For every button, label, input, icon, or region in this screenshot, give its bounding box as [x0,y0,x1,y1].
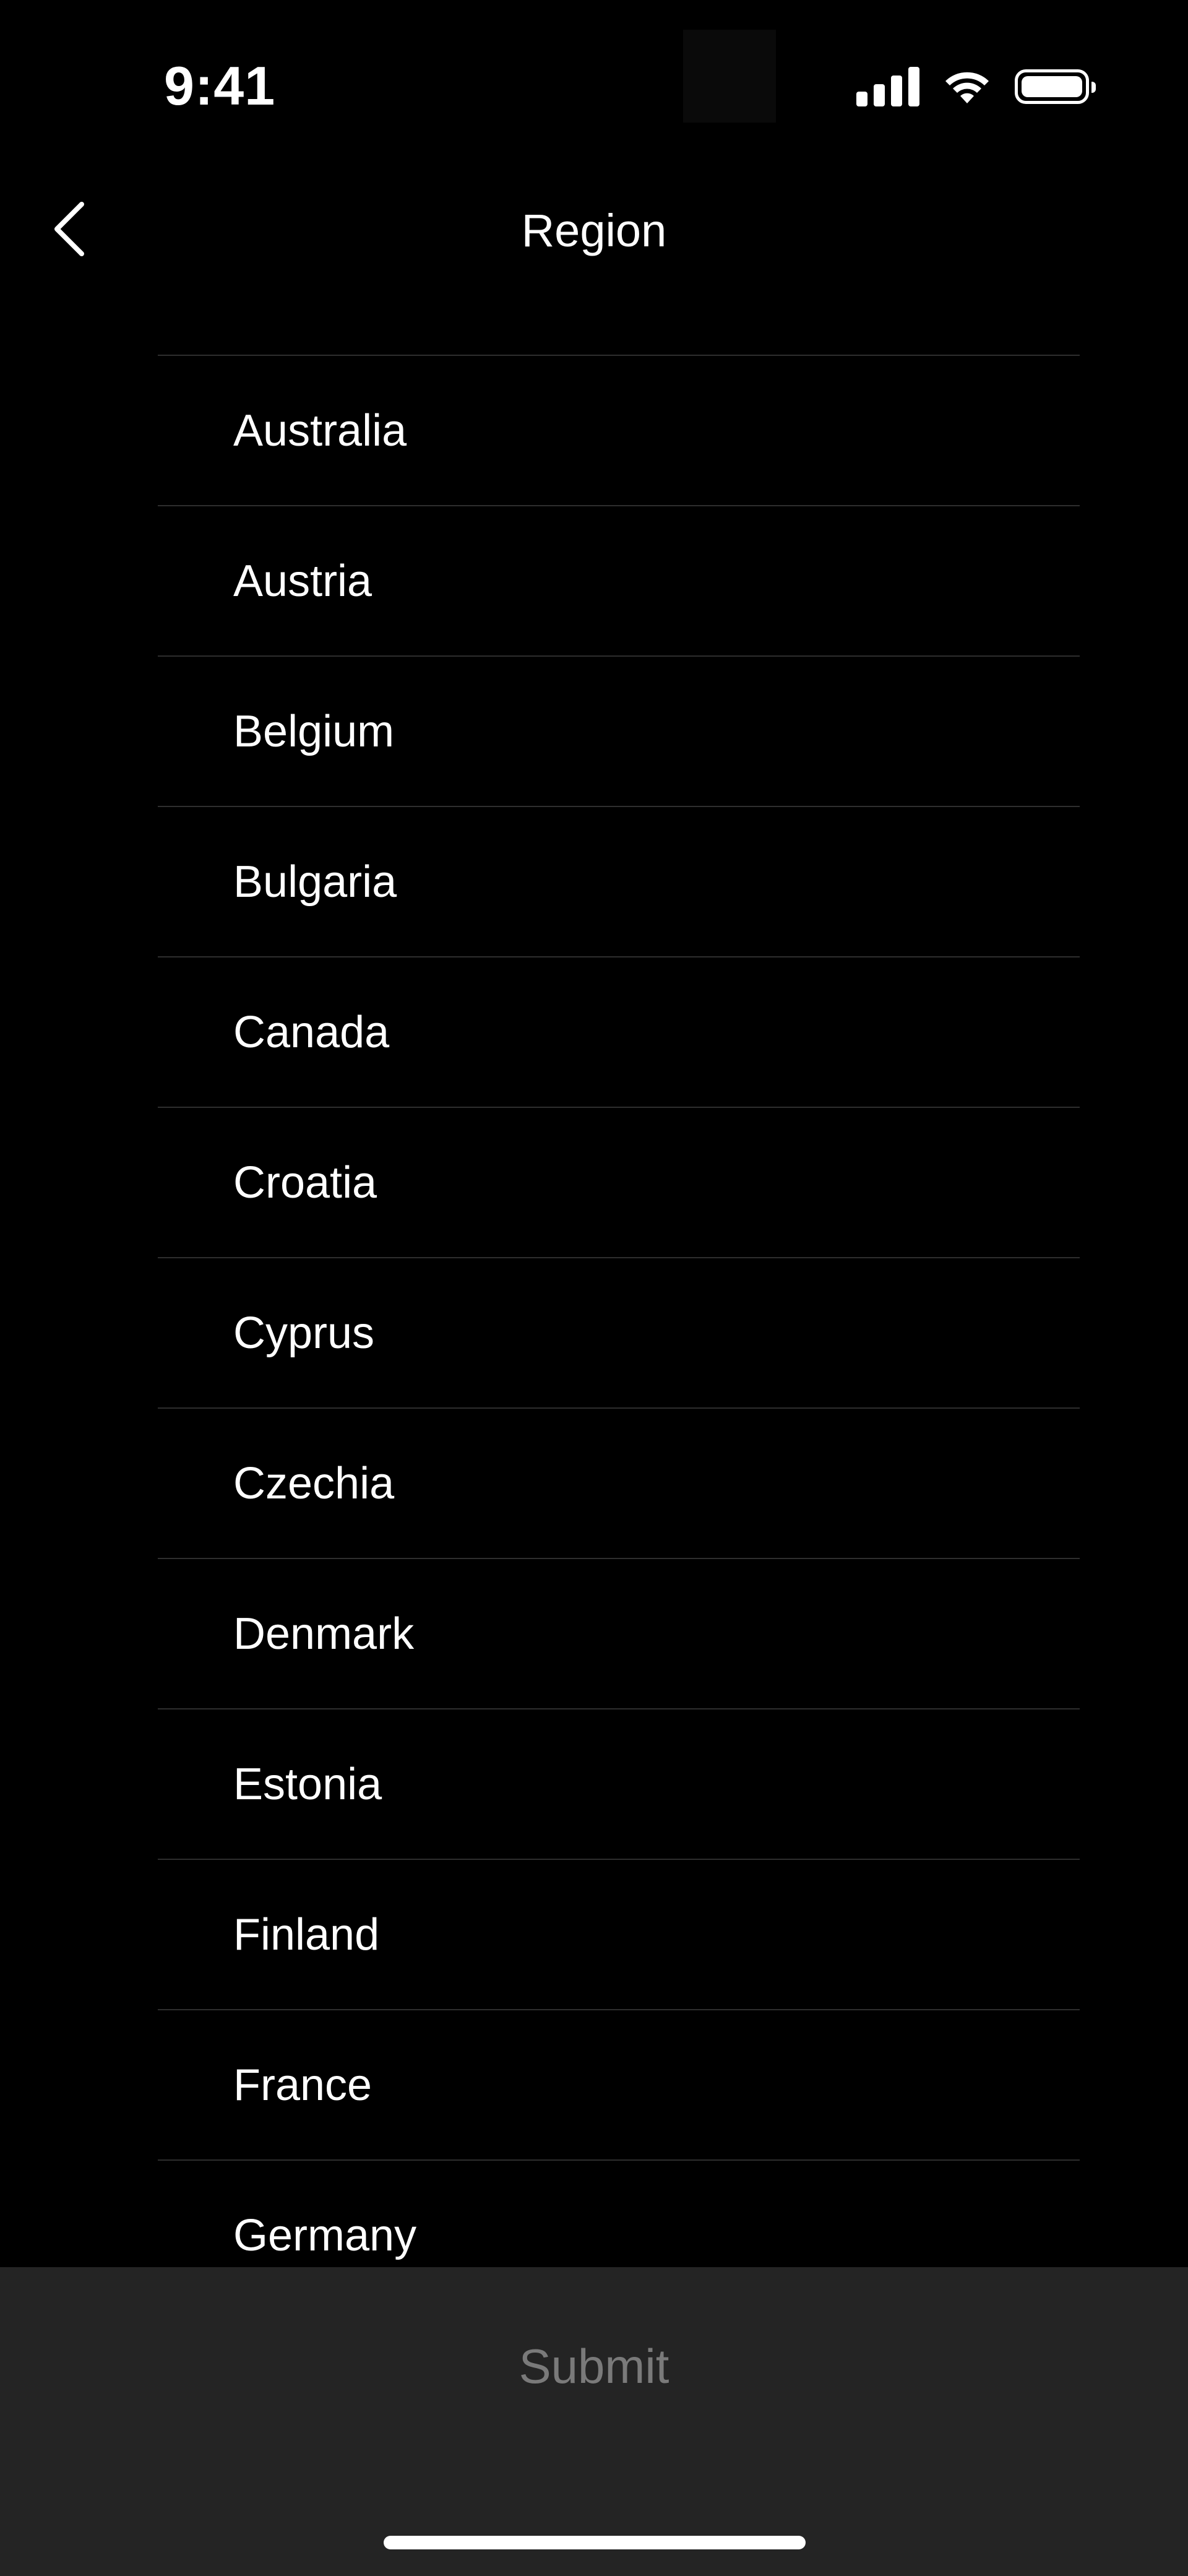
home-indicator[interactable] [384,2536,806,2549]
region-item-bulgaria[interactable]: Bulgaria [158,807,1080,957]
region-list[interactable]: Australia Austria Belgium Bulgaria Canad… [158,355,1080,2268]
region-item-czechia[interactable]: Czechia [158,1409,1080,1559]
nav-header: Region [0,167,1188,291]
region-item-estonia[interactable]: Estonia [158,1709,1080,1860]
submit-button[interactable]: Submit [0,2317,1188,2416]
status-bar: 9:41 [0,0,1188,136]
region-item-belgium[interactable]: Belgium [158,657,1080,807]
wifi-icon [945,72,989,103]
page-title: Region [521,205,667,256]
region-item-croatia[interactable]: Croatia [158,1108,1080,1258]
region-item-denmark[interactable]: Denmark [158,1559,1080,1709]
region-item-france[interactable]: France [158,2010,1080,2161]
status-time: 9:41 [164,55,276,116]
bottom-bar: Submit [0,2267,1188,2576]
status-icons [856,67,1096,106]
cellular-signal-icon [856,67,919,106]
region-item-cyprus[interactable]: Cyprus [158,1258,1080,1409]
region-item-austria[interactable]: Austria [158,506,1080,657]
battery-icon [1015,69,1096,104]
notch [683,30,776,123]
region-item-finland[interactable]: Finland [158,1860,1080,2010]
region-item-australia[interactable]: Australia [158,356,1080,506]
region-item-canada[interactable]: Canada [158,957,1080,1108]
region-item-germany[interactable]: Germany [158,2161,1080,2268]
